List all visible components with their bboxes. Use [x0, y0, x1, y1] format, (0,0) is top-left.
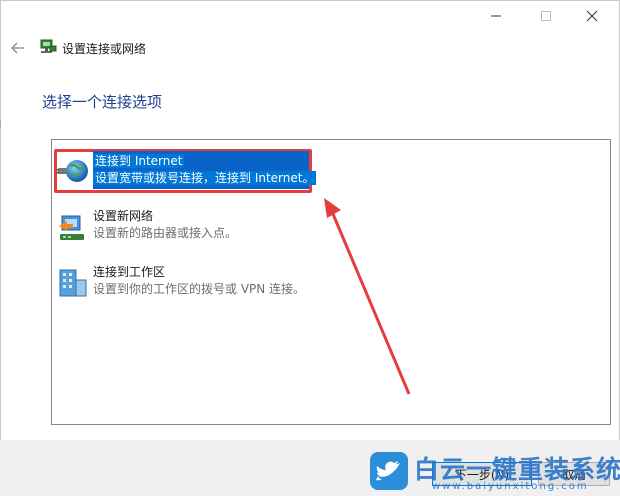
option-connect-internet[interactable]: 连接到 Internet 设置宽带或拨号连接，连接到 Internet。	[52, 150, 610, 190]
maximize-button	[526, 4, 566, 28]
maximize-icon	[541, 11, 551, 21]
option-description: 设置到你的工作区的拨号或 VPN 连接。	[93, 282, 306, 296]
minimize-icon	[491, 15, 501, 17]
back-arrow-icon	[11, 42, 24, 54]
connection-options-list: 连接到 Internet 设置宽带或拨号连接，连接到 Internet。 设置新…	[51, 139, 611, 425]
globe-connect-icon	[56, 154, 90, 188]
option-new-network[interactable]: 设置新网络 设置新的路由器或接入点。	[52, 208, 610, 248]
close-button[interactable]	[572, 4, 612, 28]
watermark: 白云一键重装系统 www.baiyunxitong.com	[368, 450, 620, 494]
option-title: 设置新网络	[93, 209, 154, 223]
window-edge	[0, 120, 1, 128]
window-title: 设置连接或网络	[62, 42, 147, 56]
router-setup-icon	[56, 210, 90, 244]
page-heading: 选择一个连接选项	[42, 93, 163, 111]
option-title: 连接到 Internet	[93, 154, 185, 168]
option-connect-workplace[interactable]: 连接到工作区 设置到你的工作区的拨号或 VPN 连接。	[52, 264, 610, 304]
network-wizard-icon	[39, 38, 57, 56]
watermark-url: www.baiyunxitong.com	[432, 481, 589, 492]
bird-logo-icon	[370, 452, 408, 490]
option-description: 设置宽带或拨号连接，连接到 Internet。	[93, 171, 317, 185]
option-description: 设置新的路由器或接入点。	[93, 226, 238, 240]
workplace-vpn-icon	[56, 266, 90, 300]
minimize-button[interactable]	[476, 4, 516, 28]
close-icon	[586, 10, 598, 22]
back-button[interactable]	[10, 40, 26, 56]
option-title: 连接到工作区	[93, 265, 166, 279]
